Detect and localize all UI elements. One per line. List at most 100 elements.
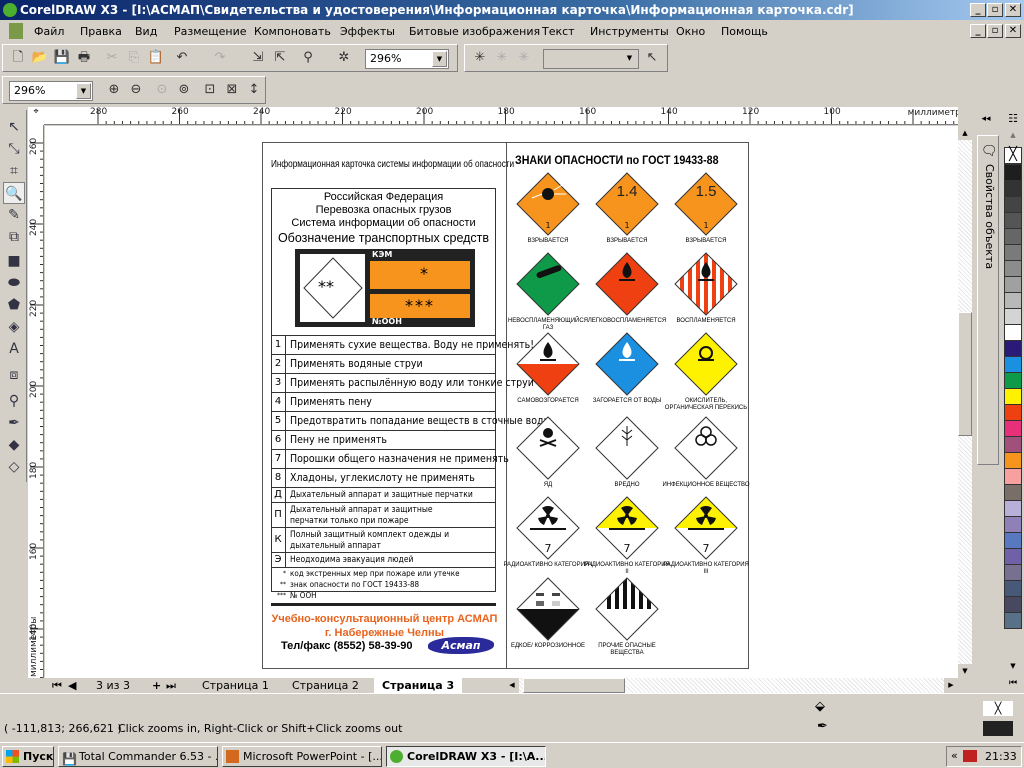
outline-pen-icon[interactable]: ✒ (3, 412, 25, 434)
color-swatch[interactable] (1004, 452, 1022, 469)
corel-online-icon[interactable]: ✲ (335, 49, 353, 67)
polygon-tool-icon[interactable]: ⬟ (3, 294, 25, 316)
tab-page-1[interactable]: Страница 1 (194, 678, 277, 694)
outline-color-swatch[interactable] (983, 721, 1013, 736)
freehand-tool-icon[interactable]: ✎ (3, 204, 25, 226)
color-swatch[interactable] (1004, 404, 1022, 421)
color-swatch[interactable] (1004, 564, 1022, 581)
paste-icon[interactable]: 📋 (147, 49, 165, 67)
menu-item[interactable]: Правка (80, 21, 122, 42)
rectangle-tool-icon[interactable]: ■ (3, 250, 25, 272)
interactive-fill-icon[interactable]: ◇ (3, 456, 25, 478)
save-icon[interactable]: 💾 (53, 49, 71, 67)
color-swatch[interactable] (1004, 196, 1022, 213)
color-swatch[interactable] (1004, 532, 1022, 549)
zoom-all-icon[interactable]: ⊚ (175, 81, 193, 99)
tab-page-3[interactable]: Страница 3 (374, 678, 463, 693)
docker-collapse-icon[interactable]: ◂◂ (975, 110, 997, 128)
import-icon[interactable]: ⇲ (249, 49, 267, 67)
scroll-right-button[interactable]: ▶ (944, 678, 958, 693)
task-powerpoint[interactable]: Microsoft PowerPoint - [... (222, 746, 382, 767)
horizontal-ruler[interactable]: миллиметры 280 260 240 220 200 180 160 140 120 10… (44, 107, 972, 125)
ellipse-tool-icon[interactable]: ⬬ (3, 272, 25, 294)
color-swatch[interactable] (1004, 324, 1022, 341)
palette-options-icon[interactable]: ☷ (1004, 112, 1022, 130)
smart-fill-icon[interactable]: ⧉ (3, 226, 25, 248)
menu-item[interactable]: Файл (34, 21, 64, 42)
menu-item[interactable]: Компоновать (254, 21, 331, 42)
menu-item[interactable]: Вид (135, 21, 157, 42)
doc-restore-button[interactable]: ▫ (987, 24, 1003, 38)
menu-item[interactable]: Инструменты (590, 21, 669, 42)
color-swatch[interactable] (1004, 468, 1022, 485)
open-icon[interactable]: 📂 (31, 49, 49, 67)
copy-icon[interactable]: ⎘ (125, 49, 143, 67)
task-total-commander[interactable]: 💾 Total Commander 6.53 - ... (58, 746, 218, 767)
color-swatch[interactable] (1004, 340, 1022, 357)
doc-minimize-button[interactable]: _ (970, 24, 986, 38)
zoom-tool-icon[interactable]: 🔍 (3, 182, 25, 204)
color-swatch[interactable] (1004, 180, 1022, 197)
pointer-icon[interactable]: ↖ (643, 49, 661, 67)
tab-page-2[interactable]: Страница 2 (284, 678, 367, 694)
color-swatch[interactable] (1004, 388, 1022, 405)
color-swatch[interactable] (1004, 356, 1022, 373)
first-page-button[interactable]: ⏮ (52, 678, 62, 693)
eyedropper-icon[interactable]: ⚲ (3, 390, 25, 412)
prev-page-button[interactable]: ◀ (68, 678, 76, 693)
color-swatch[interactable] (1004, 420, 1022, 437)
menu-item[interactable]: Битовые изображения (409, 21, 540, 42)
task-coreldraw[interactable]: CorelDRAW X3 - [I:\А... (386, 746, 546, 767)
zoom-height-icon[interactable]: ↕ (245, 81, 263, 99)
maximize-button[interactable]: ▫ (987, 3, 1003, 17)
vertical-scrollbar[interactable]: ▲ ▼ (958, 126, 972, 678)
palette-scroll-up[interactable]: ▲ (1004, 131, 1022, 145)
color-swatch[interactable] (1004, 308, 1022, 325)
doc-close-button[interactable]: ✕ (1005, 24, 1021, 38)
network-icon[interactable] (963, 750, 977, 762)
tray-expand-icon[interactable]: « (951, 749, 958, 762)
ruler-origin[interactable]: ⌖ (28, 107, 44, 125)
hscroll-thumb[interactable] (523, 678, 625, 693)
minimize-button[interactable]: _ (970, 3, 986, 17)
scroll-thumb[interactable] (958, 312, 972, 436)
interactive-blend-icon[interactable]: ⧈ (3, 364, 25, 386)
color-swatch[interactable] (1004, 612, 1022, 629)
zoom-out-icon[interactable]: ⊖ (127, 81, 145, 99)
color-swatch[interactable] (1004, 548, 1022, 565)
menu-item[interactable]: Эффекты (340, 21, 395, 42)
symbol-export-icon[interactable]: ✳ (515, 49, 533, 67)
drawing-canvas[interactable]: Информационная карточка системы информац… (45, 126, 958, 678)
color-swatch[interactable] (1004, 228, 1022, 245)
close-button[interactable]: ✕ (1005, 3, 1021, 17)
color-swatch[interactable] (1004, 260, 1022, 277)
zoom-level-combo[interactable]: 296% ▼ (365, 49, 449, 69)
pick-tool-icon[interactable]: ↖ (3, 116, 25, 138)
color-swatch[interactable] (1004, 276, 1022, 293)
scroll-down-button[interactable]: ▼ (958, 664, 972, 678)
symbol-edit-icon[interactable]: ✳ (493, 49, 511, 67)
chevron-down-icon[interactable]: ▼ (432, 51, 447, 67)
zoom-page-icon[interactable]: ⊡ (201, 81, 219, 99)
export-icon[interactable]: ⇱ (271, 49, 289, 67)
add-page-button[interactable]: + (152, 678, 161, 693)
zoom-selected-icon[interactable]: ⊙ (153, 81, 171, 99)
color-swatch[interactable] (1004, 596, 1022, 613)
vertical-ruler[interactable]: миллиметры 260 240 220 200 180 160 140 (28, 125, 44, 678)
chevron-down-icon[interactable]: ▼ (622, 51, 637, 67)
menu-item[interactable]: Помощь (721, 21, 768, 42)
cut-icon[interactable]: ✂ (103, 49, 121, 67)
symbol-combo[interactable]: ▼ (543, 49, 639, 69)
color-swatch[interactable] (1004, 580, 1022, 597)
object-properties-docker-tab[interactable]: 🗨 Свойства объекта (977, 135, 999, 465)
chevron-down-icon[interactable]: ▼ (76, 83, 91, 99)
menu-item[interactable]: Размещение (174, 21, 247, 42)
color-swatch[interactable] (1004, 516, 1022, 533)
color-swatch[interactable] (1004, 164, 1022, 181)
app-launcher-icon[interactable]: ⚲ (299, 49, 317, 67)
color-swatch[interactable] (1004, 212, 1022, 229)
fill-tool-icon[interactable]: ◆ (3, 434, 25, 456)
horizontal-scrollbar[interactable]: ◀ ▶ (505, 678, 958, 693)
text-tool-icon[interactable]: A (3, 338, 25, 360)
color-swatch[interactable] (1004, 500, 1022, 517)
